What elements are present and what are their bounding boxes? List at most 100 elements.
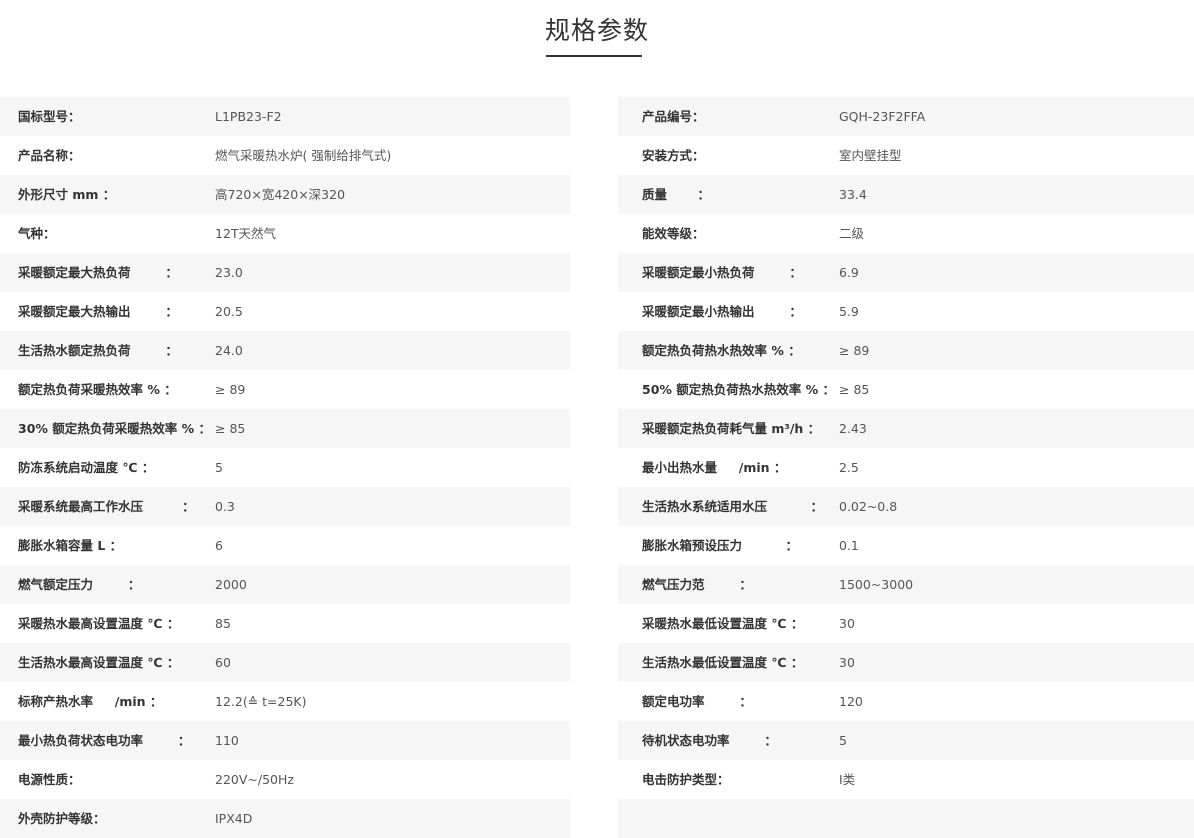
spec-row: 膨胀水箱预设压力 ： 0.1 xyxy=(618,526,1194,565)
spec-value: 30 xyxy=(839,655,855,670)
spec-value: 6.9 xyxy=(839,265,859,280)
spec-value: ≥ 85 xyxy=(215,421,246,436)
spec-label: 燃气压力范 ： xyxy=(642,577,752,592)
spec-value: 60 xyxy=(215,655,231,670)
spec-row: 生活热水最高设置温度 ℃ ： 60 xyxy=(0,643,570,682)
spec-label: 生活热水额定热负荷 ： xyxy=(18,343,178,358)
spec-row: 国标型号： L1PB23-F2 xyxy=(0,97,570,136)
spec-label: 电击防护类型： xyxy=(642,772,730,787)
spec-label: 额定热负荷热水热效率 % ： xyxy=(642,343,801,358)
spec-row: 膨胀水箱容量 L ： 6 xyxy=(0,526,570,565)
spec-row: 生活热水最低设置温度 ℃ ： 30 xyxy=(618,643,1194,682)
spec-row: 标称产热水率 /min ： 12.2(≙ t=25K) xyxy=(0,682,570,721)
spec-row: 外壳防护等级： IPX4D xyxy=(0,799,570,838)
spec-label: 产品编号： xyxy=(642,109,705,124)
spec-row: 质量 ： 33.4 xyxy=(618,175,1194,214)
spec-table-left: 国标型号： L1PB23-F2 产品名称： 燃气采暖热水炉( 强制给排气式) 外形尺… xyxy=(0,97,570,838)
spec-label: 外壳防护等级： xyxy=(18,811,106,826)
spec-row: 待机状态电功率 ： 5 xyxy=(618,721,1194,760)
spec-value: 33.4 xyxy=(839,187,867,202)
spec-value: 23.0 xyxy=(215,265,243,280)
spec-label: 采暖额定最大热输出 ： xyxy=(18,304,178,319)
spec-label: 燃气额定压力 ： xyxy=(18,577,141,592)
spec-value: Ⅰ类 xyxy=(839,772,856,787)
title-underline xyxy=(546,55,642,57)
spec-label: 待机状态电功率 ： xyxy=(642,733,777,748)
spec-label: 生活热水最高设置温度 ℃ ： xyxy=(18,655,180,670)
spec-value: 85 xyxy=(215,616,231,631)
spec-row: 产品编号： GQH-23F2FFA xyxy=(618,97,1194,136)
spec-value: 燃气采暖热水炉( 强制给排气式) xyxy=(215,148,392,163)
spec-row: 燃气压力范 ： 1500~3000 xyxy=(618,565,1194,604)
spec-label: 50% 额定热负荷热水热效率 % ： xyxy=(642,382,835,397)
spec-value: 二级 xyxy=(839,226,865,241)
spec-value: 110 xyxy=(215,733,239,748)
spec-row: 电击防护类型： Ⅰ类 xyxy=(618,760,1194,799)
spec-row: 采暖额定最小热负荷 ： 6.9 xyxy=(618,253,1194,292)
spec-value: 0.1 xyxy=(839,538,859,553)
spec-label: 采暖热水最低设置温度 ℃ ： xyxy=(642,616,804,631)
spec-label: 标称产热水率 /min ： xyxy=(18,694,163,709)
spec-row: 生活热水系统适用水压 ： 0.02~0.8 xyxy=(618,487,1194,526)
spec-row: 最小热负荷状态电功率 ： 110 xyxy=(0,721,570,760)
spec-row: 防冻系统启动温度 ℃ ： 5 xyxy=(0,448,570,487)
spec-row xyxy=(618,799,1194,838)
spec-row: 额定热负荷采暖热效率 % ： ≥ 89 xyxy=(0,370,570,409)
spec-label: 额定热负荷采暖热效率 % ： xyxy=(18,382,177,397)
spec-value: 0.3 xyxy=(215,499,235,514)
spec-value: 2.5 xyxy=(839,460,859,475)
spec-row: 50% 额定热负荷热水热效率 % ： ≥ 85 xyxy=(618,370,1194,409)
spec-row: 采暖热水最高设置温度 ℃ ： 85 xyxy=(0,604,570,643)
spec-label: 生活热水系统适用水压 ： xyxy=(642,499,824,514)
spec-label: 质量 ： xyxy=(642,187,710,202)
spec-label: 最小热负荷状态电功率 ： xyxy=(18,733,191,748)
spec-value: 室内壁挂型 xyxy=(839,148,902,163)
spec-value: ≥ 89 xyxy=(839,343,870,358)
spec-label: 最小出热水量 /min ： xyxy=(642,460,787,475)
spec-value: 6 xyxy=(215,538,223,553)
spec-label: 安装方式： xyxy=(642,148,705,163)
spec-label: 能效等级： xyxy=(642,226,705,241)
spec-row: 电源性质： 220V~/50Hz xyxy=(0,760,570,799)
spec-row: 采暖额定最大热输出 ： 20.5 xyxy=(0,292,570,331)
spec-label: 膨胀水箱预设压力 ： xyxy=(642,538,799,553)
spec-label: 采暖额定热负荷耗气量 m³/h ： xyxy=(642,421,821,436)
spec-row: 最小出热水量 /min ： 2.5 xyxy=(618,448,1194,487)
spec-row: 额定电功率 ： 120 xyxy=(618,682,1194,721)
spec-value: 24.0 xyxy=(215,343,243,358)
spec-label: 外形尺寸 mm ： xyxy=(18,187,116,202)
spec-value: 20.5 xyxy=(215,304,243,319)
spec-row: 气种： 12T天然气 xyxy=(0,214,570,253)
spec-label: 采暖额定最大热负荷 ： xyxy=(18,265,178,280)
spec-row: 产品名称： 燃气采暖热水炉( 强制给排气式) xyxy=(0,136,570,175)
spec-row: 30% 额定热负荷采暖热效率 % ： ≥ 85 xyxy=(0,409,570,448)
spec-value: 5 xyxy=(215,460,223,475)
spec-row: 采暖额定最小热输出 ： 5.9 xyxy=(618,292,1194,331)
spec-label: 生活热水最低设置温度 ℃ ： xyxy=(642,655,804,670)
spec-label: 采暖热水最高设置温度 ℃ ： xyxy=(18,616,180,631)
spec-row: 燃气额定压力 ： 2000 xyxy=(0,565,570,604)
spec-value: 高720×宽420×深320 xyxy=(215,187,346,202)
spec-label: 防冻系统启动温度 ℃ ： xyxy=(18,460,155,475)
spec-value: ≥ 85 xyxy=(839,382,870,397)
spec-value: L1PB23-F2 xyxy=(215,109,282,124)
spec-row: 安装方式： 室内壁挂型 xyxy=(618,136,1194,175)
spec-table-right: 产品编号： GQH-23F2FFA 安装方式： 室内壁挂型 质量 ： 33.4 能效等… xyxy=(618,97,1194,838)
spec-value: 2000 xyxy=(215,577,247,592)
spec-row: 额定热负荷热水热效率 % ： ≥ 89 xyxy=(618,331,1194,370)
spec-label: 气种： xyxy=(18,226,56,241)
page-header: 规格参数 xyxy=(0,0,1194,97)
spec-value: 220V~/50Hz xyxy=(215,772,294,787)
spec-row: 能效等级： 二级 xyxy=(618,214,1194,253)
spec-row: 采暖额定最大热负荷 ： 23.0 xyxy=(0,253,570,292)
spec-value: 1500~3000 xyxy=(839,577,914,592)
spec-row: 采暖系统最高工作水压 ： 0.3 xyxy=(0,487,570,526)
page-title: 规格参数 xyxy=(544,16,649,45)
spec-value: 12T天然气 xyxy=(215,226,277,241)
spec-label: 电源性质： xyxy=(18,772,81,787)
spec-label: 产品名称： xyxy=(18,148,81,163)
spec-label: 国标型号： xyxy=(18,109,81,124)
spec-row: 采暖额定热负荷耗气量 m³/h ： 2.43 xyxy=(618,409,1194,448)
spec-value: 5.9 xyxy=(839,304,859,319)
spec-label: 30% 额定热负荷采暖热效率 % ： xyxy=(18,421,211,436)
